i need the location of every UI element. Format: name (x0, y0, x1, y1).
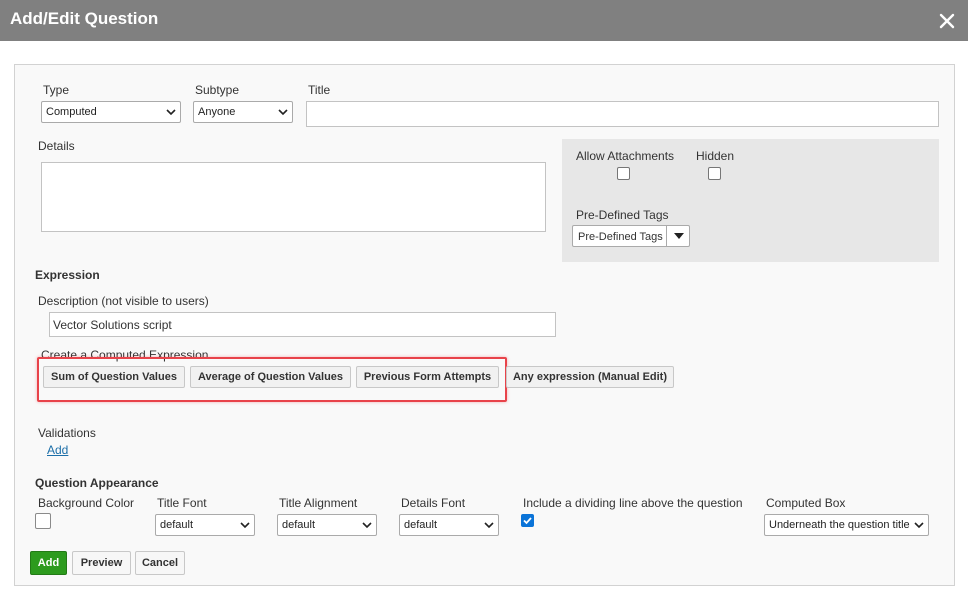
dropdown-divider (666, 226, 667, 246)
title-input[interactable] (306, 101, 939, 127)
manual-expression-button[interactable]: Any expression (Manual Edit) (506, 366, 674, 388)
chevron-down-icon (362, 522, 372, 529)
hidden-label: Hidden (696, 149, 735, 163)
sum-of-question-values-button[interactable]: Sum of Question Values (43, 366, 185, 388)
chevron-down-icon (240, 522, 250, 529)
title-font-value: default (160, 519, 194, 531)
details-font-value: default (404, 519, 438, 531)
dividing-line-checkbox[interactable] (521, 514, 534, 527)
description-input-value: Vector Solutions script (53, 318, 172, 332)
background-color-picker[interactable] (35, 513, 51, 529)
title-alignment-label: Title Alignment (279, 496, 358, 510)
details-font-select[interactable]: default (399, 514, 499, 536)
average-of-question-values-button[interactable]: Average of Question Values (190, 366, 351, 388)
hidden-checkbox[interactable] (708, 167, 721, 180)
allow-attachments-label: Allow Attachments (576, 149, 675, 163)
background-color-label: Background Color (38, 496, 135, 510)
preview-button[interactable]: Preview (72, 551, 131, 575)
predefined-tags-dropdown[interactable]: Pre-Defined Tags (572, 225, 690, 247)
type-select[interactable]: Computed (41, 101, 181, 123)
subtype-select-value: Anyone (198, 106, 236, 118)
add-validation-link[interactable]: Add (47, 443, 68, 457)
caret-down-icon (674, 233, 684, 239)
add-button[interactable]: Add (30, 551, 67, 575)
dividing-line-label: Include a dividing line above the questi… (523, 496, 743, 510)
chevron-down-icon (484, 522, 494, 529)
subtype-select[interactable]: Anyone (193, 101, 293, 123)
predefined-tags-value: Pre-Defined Tags (578, 231, 663, 243)
close-icon[interactable] (936, 10, 958, 32)
type-label: Type (43, 83, 70, 97)
predefined-tags-label: Pre-Defined Tags (576, 208, 669, 222)
computed-box-value: Underneath the question title (769, 519, 910, 531)
appearance-heading: Question Appearance (35, 476, 159, 490)
type-select-value: Computed (46, 106, 97, 118)
title-alignment-select[interactable]: default (277, 514, 377, 536)
checkmark-icon (523, 517, 532, 525)
title-alignment-value: default (282, 519, 316, 531)
description-label: Description (not visible to users) (38, 294, 209, 308)
description-input[interactable]: Vector Solutions script (49, 312, 556, 337)
computed-box-select[interactable]: Underneath the question title (764, 514, 929, 536)
dialog-title: Add/Edit Question (10, 9, 159, 28)
chevron-down-icon (278, 109, 288, 116)
title-font-label: Title Font (157, 496, 207, 510)
details-font-label: Details Font (401, 496, 466, 510)
title-label: Title (308, 83, 331, 97)
title-font-select[interactable]: default (155, 514, 255, 536)
dialog-titlebar: Add/Edit Question (0, 0, 968, 41)
computed-box-label: Computed Box (766, 496, 846, 510)
cancel-button[interactable]: Cancel (135, 551, 185, 575)
subtype-label: Subtype (195, 83, 240, 97)
details-label: Details (38, 139, 75, 153)
allow-attachments-checkbox[interactable] (617, 167, 630, 180)
chevron-down-icon (166, 109, 176, 116)
validations-label: Validations (38, 426, 96, 440)
previous-form-attempts-button[interactable]: Previous Form Attempts (356, 366, 499, 388)
chevron-down-icon (914, 522, 924, 529)
expression-heading: Expression (35, 268, 100, 282)
details-textarea[interactable] (41, 162, 546, 232)
